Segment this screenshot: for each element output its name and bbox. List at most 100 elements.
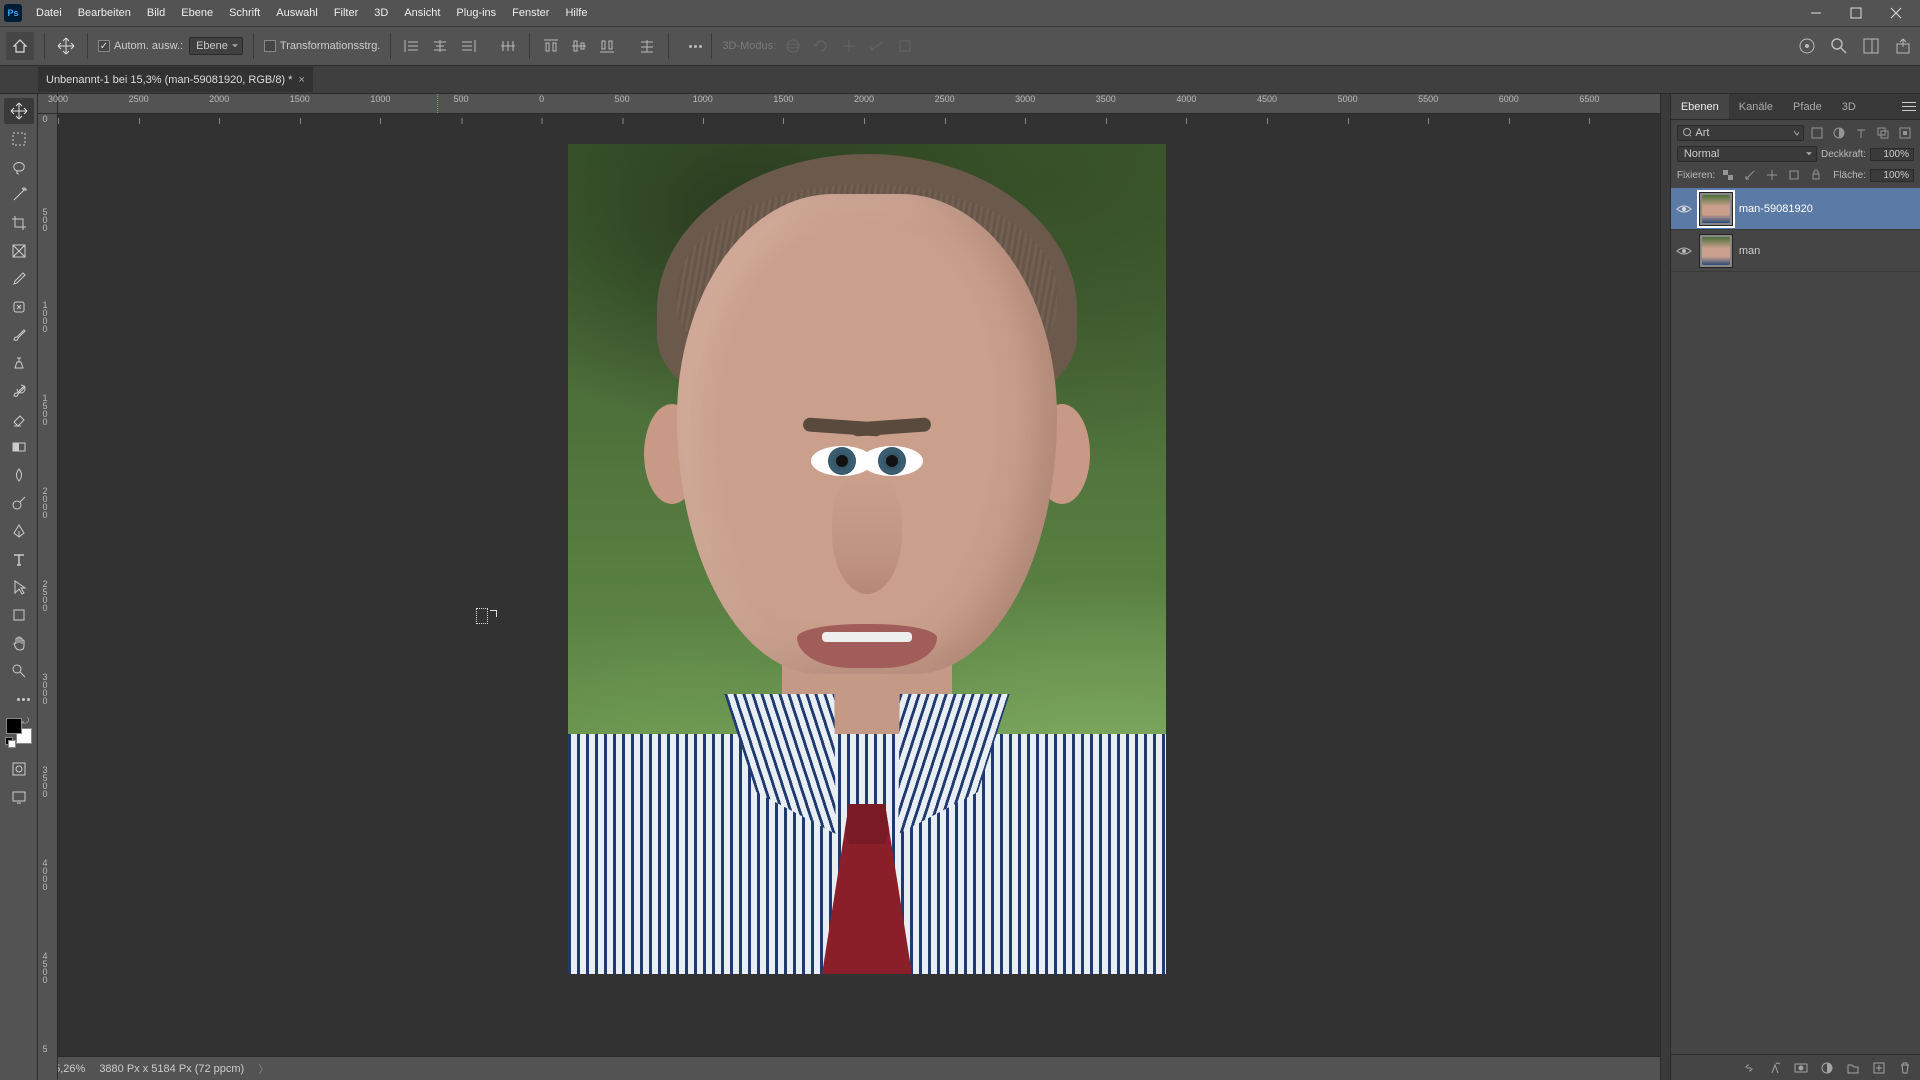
zoom-tool[interactable] <box>4 658 34 684</box>
layer-row[interactable]: man-59081920 <box>1671 188 1920 230</box>
fill-value[interactable]: 100% <box>1870 169 1914 182</box>
lock-artboard-icon[interactable] <box>1785 166 1803 184</box>
align-top-icon[interactable] <box>540 35 562 57</box>
cloud-docs-icon[interactable] <box>1796 35 1818 57</box>
menu-edit[interactable]: Bearbeiten <box>70 0 139 26</box>
adjustment-layer-icon[interactable] <box>1818 1059 1836 1077</box>
tab-layers[interactable]: Ebenen <box>1671 94 1729 119</box>
share-icon[interactable] <box>1892 35 1914 57</box>
document-image[interactable] <box>568 144 1166 974</box>
window-minimize-button[interactable] <box>1796 0 1836 26</box>
layer-name[interactable]: man <box>1739 245 1760 257</box>
blur-tool[interactable] <box>4 462 34 488</box>
lock-all-icon[interactable] <box>1807 166 1825 184</box>
filter-shape-icon[interactable] <box>1874 124 1892 142</box>
pen-tool[interactable] <box>4 518 34 544</box>
auto-select-target-dropdown[interactable]: Ebene <box>189 37 243 55</box>
hand-tool[interactable] <box>4 630 34 656</box>
tab-paths[interactable]: Pfade <box>1783 94 1832 119</box>
history-brush-tool[interactable] <box>4 378 34 404</box>
color-swatches[interactable]: ⤾ <box>6 718 32 744</box>
panel-menu-icon[interactable] <box>1898 94 1920 119</box>
align-bottom-icon[interactable] <box>596 35 618 57</box>
close-tab-icon[interactable]: × <box>298 68 304 92</box>
tab-3d[interactable]: 3D <box>1832 94 1866 119</box>
type-tool[interactable] <box>4 546 34 572</box>
distribute-h-icon[interactable] <box>497 35 519 57</box>
menu-type[interactable]: Schrift <box>221 0 268 26</box>
canvas[interactable] <box>58 114 1660 1056</box>
layer-mask-icon[interactable] <box>1792 1059 1810 1077</box>
lock-pixels-icon[interactable] <box>1741 166 1759 184</box>
menu-plugins[interactable]: Plug-ins <box>448 0 504 26</box>
menu-help[interactable]: Hilfe <box>557 0 595 26</box>
frame-tool[interactable] <box>4 238 34 264</box>
foreground-color-swatch[interactable] <box>6 718 22 734</box>
quick-mask-icon[interactable] <box>4 756 34 782</box>
menu-view[interactable]: Ansicht <box>396 0 448 26</box>
brush-tool[interactable] <box>4 322 34 348</box>
menu-layer[interactable]: Ebene <box>173 0 221 26</box>
crop-tool[interactable] <box>4 210 34 236</box>
menu-3d[interactable]: 3D <box>366 0 396 26</box>
marquee-tool[interactable] <box>4 126 34 152</box>
default-colors-icon[interactable] <box>5 737 13 745</box>
collapsed-panel-strip[interactable] <box>1660 94 1670 1080</box>
menu-image[interactable]: Bild <box>139 0 173 26</box>
layer-thumbnail[interactable] <box>1699 234 1733 268</box>
layer-row[interactable]: man <box>1671 230 1920 272</box>
wand-tool[interactable] <box>4 182 34 208</box>
document-tab[interactable]: Unbenannt-1 bei 15,3% (man-59081920, RGB… <box>38 67 313 92</box>
filter-smart-icon[interactable] <box>1896 124 1914 142</box>
menu-window[interactable]: Fenster <box>504 0 557 26</box>
menu-file[interactable]: Datei <box>28 0 70 26</box>
layer-filter-input[interactable] <box>1695 127 1788 139</box>
gradient-tool[interactable] <box>4 434 34 460</box>
auto-select-checkbox[interactable]: Autom. ausw.: <box>98 40 183 52</box>
filter-adjust-icon[interactable] <box>1830 124 1848 142</box>
move-tool[interactable] <box>4 98 34 124</box>
layer-thumbnail[interactable] <box>1699 192 1733 226</box>
window-close-button[interactable] <box>1876 0 1916 26</box>
group-icon[interactable] <box>1844 1059 1862 1077</box>
align-center-h-icon[interactable] <box>429 35 451 57</box>
document-info[interactable]: 3880 Px x 5184 Px (72 ppcm) <box>99 1063 244 1075</box>
filter-pixel-icon[interactable] <box>1808 124 1826 142</box>
healing-brush-tool[interactable] <box>4 294 34 320</box>
window-maximize-button[interactable] <box>1836 0 1876 26</box>
workspace-icon[interactable] <box>1860 35 1882 57</box>
visibility-toggle-icon[interactable] <box>1675 242 1693 260</box>
new-layer-icon[interactable] <box>1870 1059 1888 1077</box>
layer-filter-search[interactable] <box>1677 125 1804 141</box>
transform-controls-checkbox[interactable]: Transformationsstrg. <box>264 40 380 52</box>
more-align-icon[interactable] <box>679 35 701 57</box>
align-right-icon[interactable] <box>457 35 479 57</box>
swap-colors-icon[interactable]: ⤾ <box>22 716 34 728</box>
visibility-toggle-icon[interactable] <box>1675 200 1693 218</box>
link-layers-icon[interactable] <box>1740 1059 1758 1077</box>
screen-mode-icon[interactable] <box>4 784 34 810</box>
home-button[interactable] <box>6 32 34 60</box>
lock-transparency-icon[interactable] <box>1719 166 1737 184</box>
menu-filter[interactable]: Filter <box>326 0 366 26</box>
path-selection-tool[interactable] <box>4 574 34 600</box>
layer-style-icon[interactable] <box>1766 1059 1784 1077</box>
clone-stamp-tool[interactable] <box>4 350 34 376</box>
blend-mode-dropdown[interactable]: Normal <box>1677 146 1817 162</box>
lock-position-icon[interactable] <box>1763 166 1781 184</box>
vertical-ruler[interactable]: 0500100015002000250030003500400045005 <box>38 114 58 1080</box>
layer-name[interactable]: man-59081920 <box>1739 203 1813 215</box>
lasso-tool[interactable] <box>4 154 34 180</box>
delete-layer-icon[interactable] <box>1896 1059 1914 1077</box>
status-flyout-icon[interactable]: 〉 <box>258 1061 269 1077</box>
align-left-icon[interactable] <box>401 35 423 57</box>
search-icon[interactable] <box>1828 35 1850 57</box>
canvas-area[interactable]: 3000250020001500100050005001000150020002… <box>38 94 1660 1080</box>
distribute-v-icon[interactable] <box>636 35 658 57</box>
shape-tool[interactable] <box>4 602 34 628</box>
opacity-value[interactable]: 100% <box>1870 148 1914 161</box>
align-center-v-icon[interactable] <box>568 35 590 57</box>
menu-select[interactable]: Auswahl <box>268 0 326 26</box>
horizontal-ruler[interactable]: 3000250020001500100050005001000150020002… <box>58 94 1660 114</box>
filter-type-icon[interactable] <box>1852 124 1870 142</box>
